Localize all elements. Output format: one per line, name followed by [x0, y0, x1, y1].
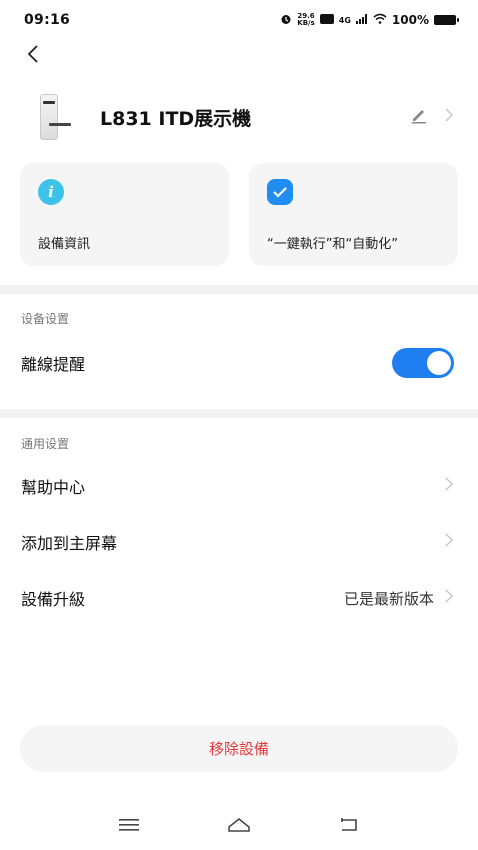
device-upgrade-row[interactable]: 設備升級 已是最新版本 — [0, 571, 478, 625]
back-nav-icon[interactable] — [334, 810, 364, 840]
automation-label: “一鍵執行”和“自動化” — [267, 237, 398, 252]
add-to-home-label: 添加到主屏幕 — [21, 534, 118, 553]
device-upgrade-status: 已是最新版本 — [343, 589, 434, 608]
status-time: 09:16 — [24, 12, 71, 28]
hd-icon — [319, 13, 334, 27]
home-icon[interactable] — [224, 810, 254, 840]
chevron-right-icon — [444, 588, 454, 608]
menu-icon[interactable] — [114, 810, 144, 840]
back-button[interactable] — [18, 40, 48, 70]
battery-percent: 100% — [391, 13, 429, 27]
signal-network: 4G — [338, 15, 351, 25]
edit-icon[interactable] — [408, 106, 430, 128]
chevron-right-icon — [444, 476, 454, 496]
device-settings-title: 设备设置 — [21, 312, 70, 326]
status-indicators: 29.6 KB/s 4G 100% — [280, 13, 459, 28]
chevron-right-icon — [444, 532, 454, 552]
remove-device-button[interactable]: 移除設備 — [20, 725, 458, 772]
battery-icon — [434, 15, 459, 25]
section-divider — [0, 409, 478, 418]
info-icon: i — [38, 179, 64, 205]
device-name: L831 ITD展示機 — [100, 107, 252, 130]
speed-unit: KB/s — [297, 19, 315, 27]
wifi-icon — [373, 13, 387, 27]
help-center-label: 幫助中心 — [21, 478, 86, 497]
chevron-right-icon — [444, 107, 454, 128]
status-bar: 09:16 29.6 KB/s 4G 100% — [0, 0, 478, 40]
chevron-left-icon — [27, 45, 38, 63]
offline-reminder-row: 離線提醒 — [0, 336, 478, 390]
device-header[interactable]: L831 ITD展示機 — [0, 88, 478, 146]
device-info-label: 設備資訊 — [38, 237, 91, 252]
offline-reminder-toggle[interactable] — [392, 348, 454, 378]
check-icon — [267, 179, 293, 205]
device-image — [40, 94, 71, 140]
device-info-card[interactable]: i 設備資訊 — [20, 163, 229, 266]
section-divider — [0, 285, 478, 294]
network-speed: 29.6 KB/s — [297, 13, 314, 27]
system-nav-bar — [0, 800, 478, 850]
toggle-knob — [427, 351, 451, 375]
general-settings-title: 通用设置 — [21, 437, 70, 451]
alarm-icon — [280, 13, 292, 28]
add-to-home-row[interactable]: 添加到主屏幕 — [0, 515, 478, 569]
signal-icon — [355, 13, 368, 27]
offline-reminder-label: 離線提醒 — [21, 355, 86, 374]
automation-card[interactable]: “一鍵執行”和“自動化” — [249, 163, 458, 266]
device-upgrade-label: 設備升級 — [21, 590, 86, 609]
help-center-row[interactable]: 幫助中心 — [0, 459, 478, 513]
